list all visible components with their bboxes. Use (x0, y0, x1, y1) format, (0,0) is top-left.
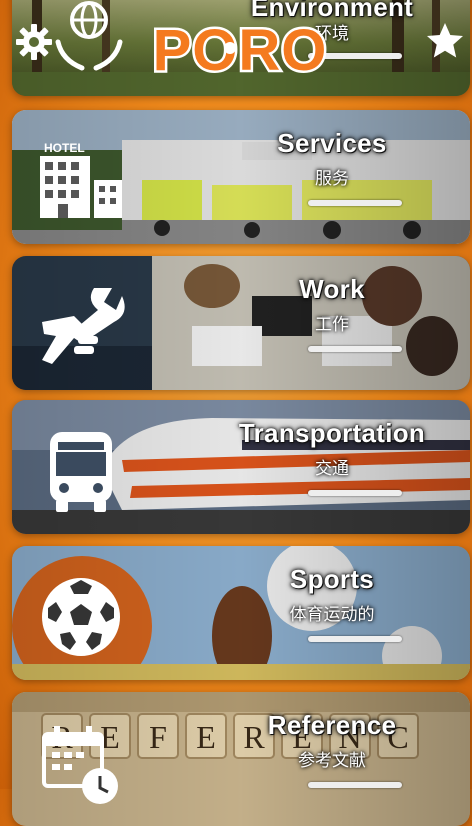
category-subtitle: 环境 (315, 24, 349, 44)
globe-hands-icon (55, 1, 123, 71)
category-title: Reference (267, 710, 397, 740)
wrench-hand-icon (42, 288, 125, 364)
category-underline (308, 346, 402, 352)
bus-icon (50, 432, 112, 512)
category-subtitle: 体育运动的 (289, 605, 375, 625)
category-underline (308, 782, 402, 788)
category-subtitle: 交通 (315, 459, 349, 479)
category-title: Work (299, 274, 365, 304)
category-card-reference[interactable]: REFE RENC Reference 参考文献 (12, 692, 470, 826)
category-title: Services (277, 128, 387, 158)
category-subtitle: 服务 (315, 169, 349, 189)
category-title: Transportation (238, 418, 426, 448)
calendar-clock-icon (42, 726, 118, 804)
category-card-transportation[interactable]: Transportation 交通 (12, 400, 470, 534)
category-subtitle: 参考文献 (298, 751, 366, 771)
category-subtitle: 工作 (315, 315, 349, 335)
favorite-star-icon[interactable] (424, 20, 466, 62)
svg-text:HOTEL: HOTEL (44, 141, 85, 155)
category-card-sports[interactable]: Sports 体育运动的 (12, 546, 470, 680)
category-underline (308, 53, 402, 59)
category-title: Sports (289, 564, 375, 594)
category-card-environment[interactable]: Environment 环境 (12, 0, 470, 96)
category-underline (308, 636, 402, 642)
category-underline (308, 200, 402, 206)
hotel-building-icon: HOTEL (40, 141, 122, 218)
category-underline (308, 490, 402, 496)
soccer-ball-icon (42, 578, 120, 656)
category-card-work[interactable]: Work 工作 (12, 256, 470, 390)
category-card-services[interactable]: HOTEL Services 服务 (12, 110, 470, 244)
gear-icon[interactable] (14, 22, 54, 62)
